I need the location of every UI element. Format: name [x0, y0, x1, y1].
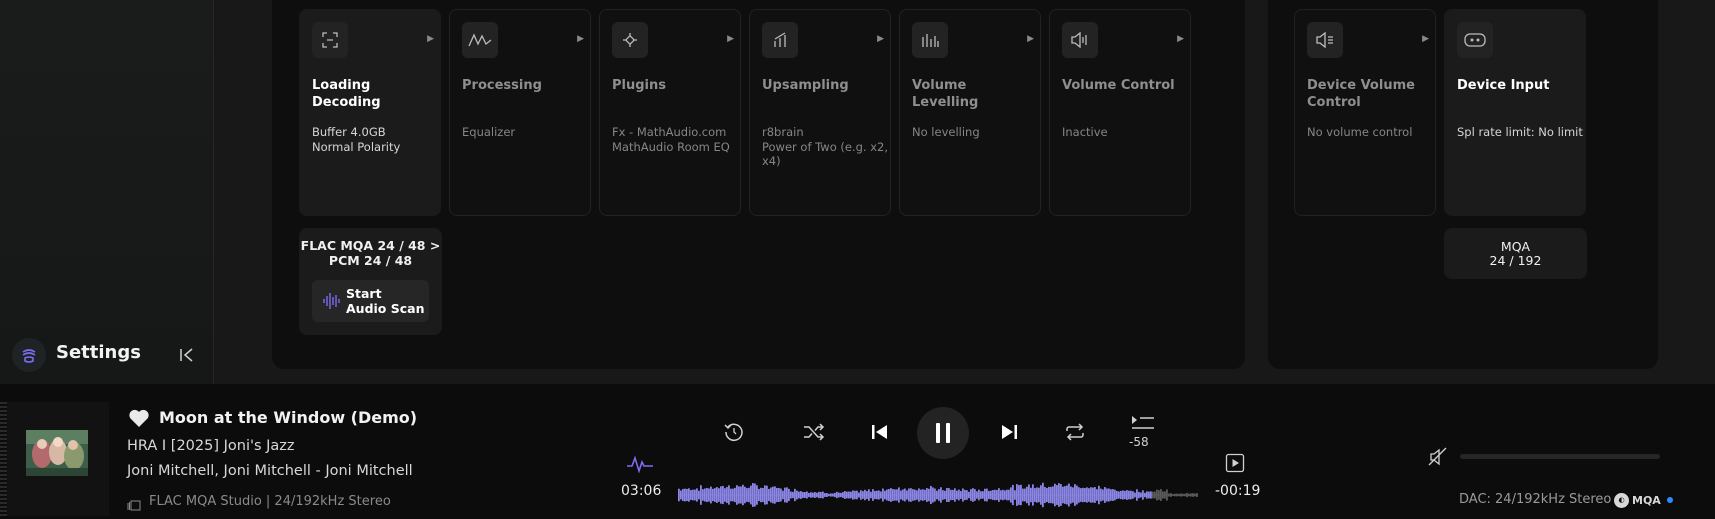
card-details: Inactive: [1062, 125, 1108, 139]
settings-row[interactable]: Settings: [12, 338, 202, 372]
levels-icon: [912, 22, 948, 58]
expand-arrow-icon[interactable]: ▶: [1027, 34, 1034, 44]
device-input-icon: [1457, 22, 1493, 58]
play-from-cursor-icon[interactable]: [1225, 453, 1245, 473]
shuffle-icon: [804, 423, 825, 441]
card-details: Spl rate limit: No limit: [1457, 125, 1583, 139]
card-title: Loading Decoding: [312, 78, 381, 110]
expand-arrow-icon[interactable]: ▶: [877, 34, 884, 44]
format-conversion-box: FLAC MQA 24 / 48 > PCM 24 / 48 Start Aud…: [299, 228, 442, 335]
pause-button[interactable]: [917, 407, 969, 459]
mqa-badge: ◐ MQA: [1614, 492, 1673, 508]
pulse-waveform-icon[interactable]: [626, 454, 654, 474]
dac-info: DAC: 24/192kHz Stereo: [1459, 492, 1612, 507]
card-title: Upsampling: [762, 78, 849, 93]
repeat-icon: [1066, 423, 1084, 441]
track-format: FLAC MQA Studio | 24/192kHz Stereo: [149, 494, 391, 509]
card-details: r8brain Power of Two (e.g. x2, x4): [762, 125, 888, 168]
remaining-time: -00:19: [1215, 483, 1261, 499]
replay-icon: [724, 423, 743, 441]
card-details: Buffer 4.0GB Normal Polarity: [312, 125, 401, 154]
next-icon: [1002, 425, 1017, 439]
expand-arrow-icon[interactable]: ▶: [727, 34, 734, 44]
output-format-text: MQA 24 / 192: [1489, 239, 1542, 268]
card-device-input[interactable]: Device Input Spl rate limit: No limit: [1444, 9, 1586, 216]
card-upsampling[interactable]: ▶ Upsampling r8brain Power of Two (e.g. …: [749, 9, 891, 216]
pause-icon: [936, 423, 950, 443]
mqa-label: MQA: [1632, 493, 1661, 507]
card-title: Processing: [462, 78, 542, 93]
previous-track-button[interactable]: [864, 416, 896, 448]
next-track-button[interactable]: [993, 416, 1025, 448]
elapsed-time: 03:06: [621, 483, 662, 499]
previous-icon: [872, 425, 887, 439]
card-title: Device Input: [1457, 78, 1550, 93]
expand-arrow-icon[interactable]: ▶: [1177, 34, 1184, 44]
card-plugins[interactable]: ▶ Plugins Fx - MathAudio.com MathAudio R…: [599, 9, 741, 216]
sidebar: [0, 0, 214, 384]
collapse-sidebar-icon[interactable]: [178, 346, 196, 364]
upsampling-icon: [762, 22, 798, 58]
artist-names[interactable]: Joni Mitchell, Joni Mitchell - Joni Mitc…: [127, 463, 413, 479]
skip-back-icon: [1132, 416, 1154, 429]
card-details: No levelling: [912, 125, 980, 139]
album-cover-image: [26, 430, 88, 476]
start-audio-scan-button[interactable]: Start Audio Scan: [312, 280, 429, 322]
queue-strip: [0, 402, 7, 516]
output-format-box: MQA 24 / 192: [1444, 228, 1587, 279]
expand-arrow-icon[interactable]: ▶: [427, 34, 434, 44]
card-device-volume-control[interactable]: ▶ Device Volume Control No volume contro…: [1294, 9, 1436, 216]
scan-label: Start Audio Scan: [346, 286, 425, 316]
mqa-status-dot: [1666, 497, 1673, 503]
repeat-button[interactable]: [1059, 416, 1091, 448]
card-processing[interactable]: ▶ Processing Equalizer: [449, 9, 591, 216]
card-title: Volume Control: [1062, 78, 1175, 93]
favorite-heart-icon[interactable]: [128, 408, 150, 428]
mqa-logo-icon: ◐: [1614, 492, 1629, 508]
seek-waveform[interactable]: [678, 480, 1198, 510]
expand-arrow-icon[interactable]: ▶: [1422, 34, 1429, 44]
app-logo-icon: [12, 338, 46, 372]
album-art[interactable]: [7, 402, 109, 516]
speaker-icon: [1062, 22, 1098, 58]
scan-icon: [312, 22, 348, 58]
stacked-format-icon: [127, 496, 141, 511]
card-details: Equalizer: [462, 125, 516, 139]
audio-scan-icon: [322, 292, 342, 310]
card-details: No volume control: [1307, 125, 1413, 139]
track-title[interactable]: Moon at the Window (Demo): [159, 408, 417, 427]
waveform-processing-icon: [462, 22, 498, 58]
skip-seconds-label: -58: [1129, 435, 1149, 449]
device-volume-icon: [1307, 22, 1343, 58]
card-title: Device Volume Control: [1307, 78, 1415, 110]
card-volume-control[interactable]: ▶ Volume Control Inactive: [1049, 9, 1191, 216]
mute-speaker-icon[interactable]: [1428, 447, 1448, 467]
card-loading-decoding[interactable]: ▶ Loading Decoding Buffer 4.0GB Normal P…: [299, 9, 441, 216]
expand-arrow-icon[interactable]: ▶: [577, 34, 584, 44]
card-details: Fx - MathAudio.com MathAudio Room EQ: [612, 125, 730, 154]
skip-back-button[interactable]: [1127, 412, 1159, 434]
replay-button[interactable]: [718, 416, 750, 448]
card-title: Plugins: [612, 78, 666, 93]
plugin-icon: [612, 22, 648, 58]
volume-slider[interactable]: [1460, 454, 1660, 459]
settings-title: Settings: [56, 342, 141, 363]
card-volume-levelling[interactable]: ▶ Volume Levelling No levelling: [899, 9, 1041, 216]
card-title: Volume Levelling: [912, 78, 979, 110]
shuffle-button[interactable]: [798, 416, 830, 448]
format-conversion-text: FLAC MQA 24 / 48 > PCM 24 / 48: [300, 238, 441, 268]
album-name[interactable]: HRA I [2025] Joni's Jazz: [127, 438, 295, 454]
